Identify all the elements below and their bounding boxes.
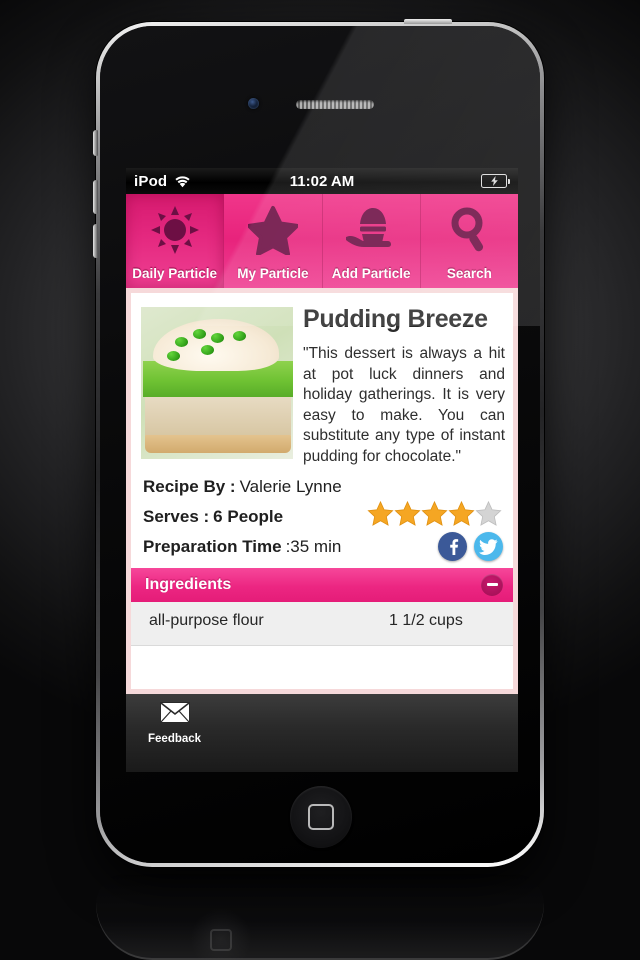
star-icon-empty[interactable]	[474, 500, 503, 533]
carrier-label: iPod	[134, 172, 168, 190]
tab-my-particle[interactable]: My Particle	[224, 194, 323, 288]
sun-icon	[126, 194, 223, 266]
preparation-time-label: Preparation Time	[143, 536, 282, 556]
earpiece-speaker	[296, 100, 374, 109]
star-icon	[224, 194, 321, 266]
iphone-device: iPod 11:02 AM Daily Particle My Particle…	[93, 19, 544, 867]
status-bar: iPod 11:02 AM	[126, 168, 518, 194]
tab-label: Search	[446, 266, 492, 281]
ingredient-amount: 1 1/2 cups	[389, 611, 463, 629]
star-icon[interactable]	[447, 500, 476, 533]
recipe-by-label: Recipe By :	[143, 476, 236, 496]
ingredient-row: all-purpose flour 1 1/2 cups	[131, 601, 513, 646]
tab-label: My Particle	[237, 266, 309, 281]
rating-stars[interactable]	[366, 500, 503, 533]
share-buttons	[431, 532, 503, 562]
recipe-photo[interactable]	[141, 307, 293, 459]
star-icon[interactable]	[366, 500, 395, 533]
envelope-icon	[159, 702, 190, 728]
collapse-minus-icon[interactable]	[481, 573, 503, 596]
tab-add-particle[interactable]: Add Particle	[323, 194, 421, 288]
ingredients-title: Ingredients	[145, 575, 232, 593]
volume-up-button[interactable]	[93, 180, 98, 214]
magnifier-icon	[421, 194, 518, 266]
tab-label: Add Particle	[331, 266, 411, 281]
preparation-time-row: Preparation Time :35 min	[143, 532, 503, 562]
cupcake-on-hand-icon	[323, 194, 420, 266]
power-button[interactable]	[404, 19, 452, 24]
recipe-by-value: Valerie Lynne	[239, 476, 342, 496]
tab-search[interactable]: Search	[421, 194, 518, 288]
feedback-label: Feedback	[148, 733, 202, 745]
facebook-share-button[interactable]	[438, 532, 467, 562]
serves-value: 6 People	[213, 506, 284, 526]
ingredients-section-header[interactable]: Ingredients	[131, 567, 513, 602]
home-button[interactable]	[290, 786, 352, 848]
serves-row: Serves : 6 People	[143, 500, 503, 533]
device-reflection-home	[190, 908, 252, 960]
tab-daily-particle[interactable]: Daily Particle	[126, 194, 225, 288]
recipe-by-row: Recipe By : Valerie Lynne	[143, 472, 503, 502]
star-icon[interactable]	[393, 500, 422, 533]
screenshot-scene: iPod 11:02 AM Daily Particle My Particle…	[0, 0, 640, 960]
front-camera-icon	[248, 98, 259, 109]
feedback-button[interactable]: Feedback	[148, 702, 201, 745]
star-icon[interactable]	[420, 500, 449, 533]
twitter-share-button[interactable]	[474, 532, 503, 562]
home-button-square-icon	[308, 804, 334, 830]
main-tab-bar: Daily Particle My Particle Add Particle …	[126, 194, 518, 288]
app-screen: iPod 11:02 AM Daily Particle My Particle…	[126, 168, 518, 772]
serves-label: Serves :	[143, 506, 210, 526]
bottom-toolbar: Feedback	[126, 694, 518, 772]
wifi-icon	[174, 175, 191, 188]
device-reflection	[96, 874, 544, 960]
recipe-meta: Recipe By : Valerie Lynne Serves : 6 Peo…	[131, 468, 513, 562]
volume-down-button[interactable]	[93, 224, 98, 258]
preparation-time-value: :35 min	[285, 536, 342, 556]
device-glass: iPod 11:02 AM Daily Particle My Particle…	[100, 26, 540, 863]
battery-charging-icon	[481, 174, 510, 188]
silent-switch[interactable]	[93, 130, 98, 156]
ingredient-name: all-purpose flour	[149, 611, 264, 629]
tab-label: Daily Particle	[132, 266, 218, 281]
recipe-header: Pudding Breeze "This dessert is always a…	[131, 293, 513, 468]
content-frame: Pudding Breeze "This dessert is always a…	[126, 288, 518, 694]
recipe-scroll-view[interactable]: Pudding Breeze "This dessert is always a…	[131, 293, 513, 689]
